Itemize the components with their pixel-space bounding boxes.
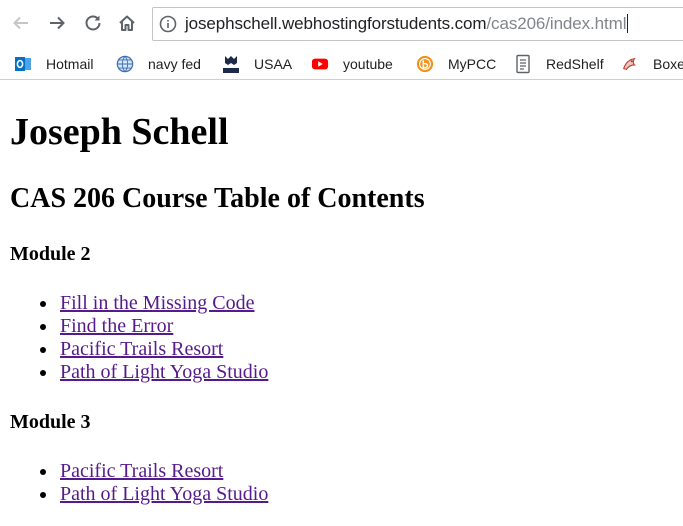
url-text[interactable]: josephschell.webhostingforstudents.com/c… xyxy=(185,14,629,34)
bookmark-usaa[interactable]: USAA xyxy=(222,53,292,75)
bullet-icon xyxy=(40,301,46,307)
site-info-icon[interactable] xyxy=(159,15,177,38)
list-item: Fill in the Missing Code xyxy=(10,292,268,315)
bookmark-label: RedShelf xyxy=(546,56,604,72)
url-path: /cas206/index.html xyxy=(486,14,627,33)
bullet-icon xyxy=(40,370,46,376)
bookmark-label: navy fed xyxy=(148,56,201,72)
link-pacific-trails-resort[interactable]: Pacific Trails Resort xyxy=(60,460,223,482)
globe-icon xyxy=(116,55,134,73)
bullet-icon xyxy=(40,324,46,330)
list-item: Pacific Trails Resort xyxy=(10,460,268,483)
reload-icon xyxy=(85,15,101,31)
bookmark-label: USAA xyxy=(254,56,293,72)
bookmark-label: MyPCC xyxy=(448,56,497,72)
link-fill-in-missing-code[interactable]: Fill in the Missing Code xyxy=(60,292,254,314)
usaa-icon xyxy=(222,55,240,73)
module-heading: Module 3 xyxy=(10,411,91,433)
home-icon xyxy=(119,15,135,31)
youtube-icon xyxy=(311,55,329,73)
link-path-of-light-yoga[interactable]: Path of Light Yoga Studio xyxy=(60,361,268,383)
link-path-of-light-yoga[interactable]: Path of Light Yoga Studio xyxy=(60,483,268,505)
page-title: Joseph Schell xyxy=(10,111,229,153)
bookmark-mypcc[interactable]: MyPCC xyxy=(416,53,496,75)
browser-toolbar: josephschell.webhostingforstudents.com/c… xyxy=(0,0,683,48)
back-button[interactable] xyxy=(8,10,34,36)
document-icon xyxy=(514,54,532,74)
home-button[interactable] xyxy=(114,10,140,36)
list-item: Pacific Trails Resort xyxy=(10,338,268,361)
link-find-the-error[interactable]: Find the Error xyxy=(60,315,173,337)
bookmark-boxe[interactable]: Boxe xyxy=(621,53,683,75)
bullet-icon xyxy=(40,492,46,498)
address-bar[interactable]: josephschell.webhostingforstudents.com/c… xyxy=(152,7,683,41)
bullet-icon xyxy=(40,469,46,475)
forward-button[interactable] xyxy=(44,10,70,36)
bookmark-redshelf[interactable]: RedShelf xyxy=(514,53,604,75)
bookmark-youtube[interactable]: youtube xyxy=(311,53,393,75)
list-item: Path of Light Yoga Studio xyxy=(10,361,268,384)
link-pacific-trails-resort[interactable]: Pacific Trails Resort xyxy=(60,338,223,360)
forward-icon xyxy=(50,16,65,30)
module-heading: Module 2 xyxy=(10,243,91,265)
bookmarks-bar: Hotmail navy fed USAA youtube MyPCC RedS… xyxy=(0,48,683,80)
bookmark-hotmail[interactable]: Hotmail xyxy=(14,53,93,75)
outlook-icon xyxy=(14,55,32,73)
bookmark-navy-fed[interactable]: navy fed xyxy=(116,53,201,75)
bookmark-label: Hotmail xyxy=(46,56,94,72)
bookmark-label: Boxe xyxy=(653,56,683,72)
bullet-icon xyxy=(40,347,46,353)
reload-button[interactable] xyxy=(80,10,106,36)
list-item: Find the Error xyxy=(10,315,268,338)
box-logo-icon xyxy=(621,55,639,73)
mypcc-icon xyxy=(416,55,434,73)
course-heading: CAS 206 Course Table of Contents xyxy=(10,183,425,214)
module-link-list: Pacific Trails Resort Path of Light Yoga… xyxy=(10,460,268,506)
back-icon xyxy=(13,16,28,30)
text-cursor xyxy=(627,14,629,33)
module-link-list: Fill in the Missing Code Find the Error … xyxy=(10,292,268,384)
list-item: Path of Light Yoga Studio xyxy=(10,483,268,506)
url-domain: josephschell.webhostingforstudents.com xyxy=(185,14,487,33)
bookmark-label: youtube xyxy=(343,56,393,72)
